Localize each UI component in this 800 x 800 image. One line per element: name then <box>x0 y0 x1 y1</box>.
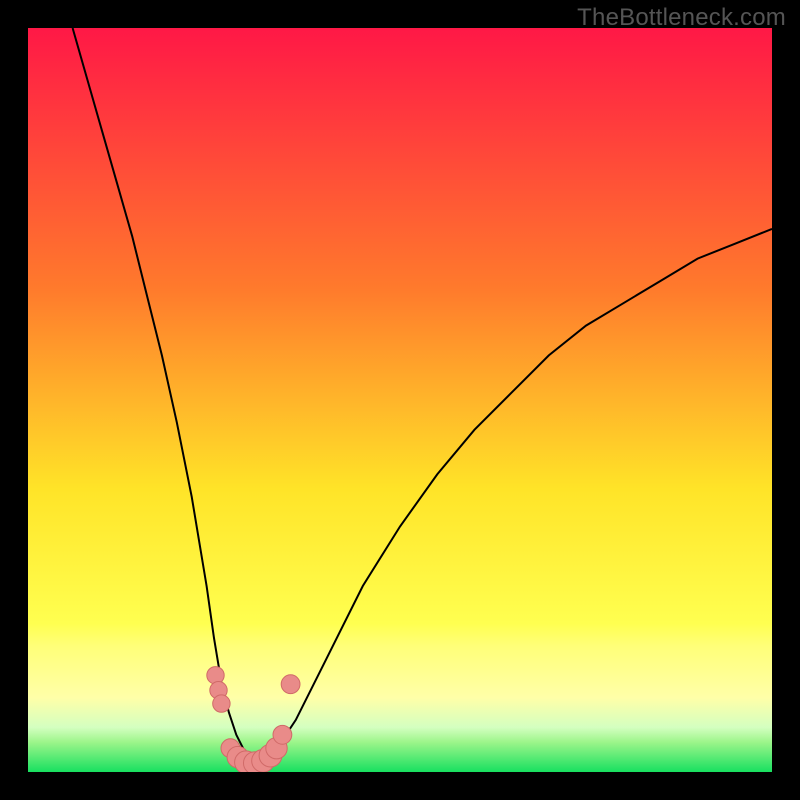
plot-svg <box>28 28 772 772</box>
data-dot <box>213 695 230 712</box>
gradient-background <box>28 28 772 772</box>
data-dot <box>207 667 224 684</box>
plot-area <box>28 28 772 772</box>
data-dot <box>281 675 300 694</box>
chart-frame: TheBottleneck.com <box>0 0 800 800</box>
data-dot <box>273 725 292 744</box>
